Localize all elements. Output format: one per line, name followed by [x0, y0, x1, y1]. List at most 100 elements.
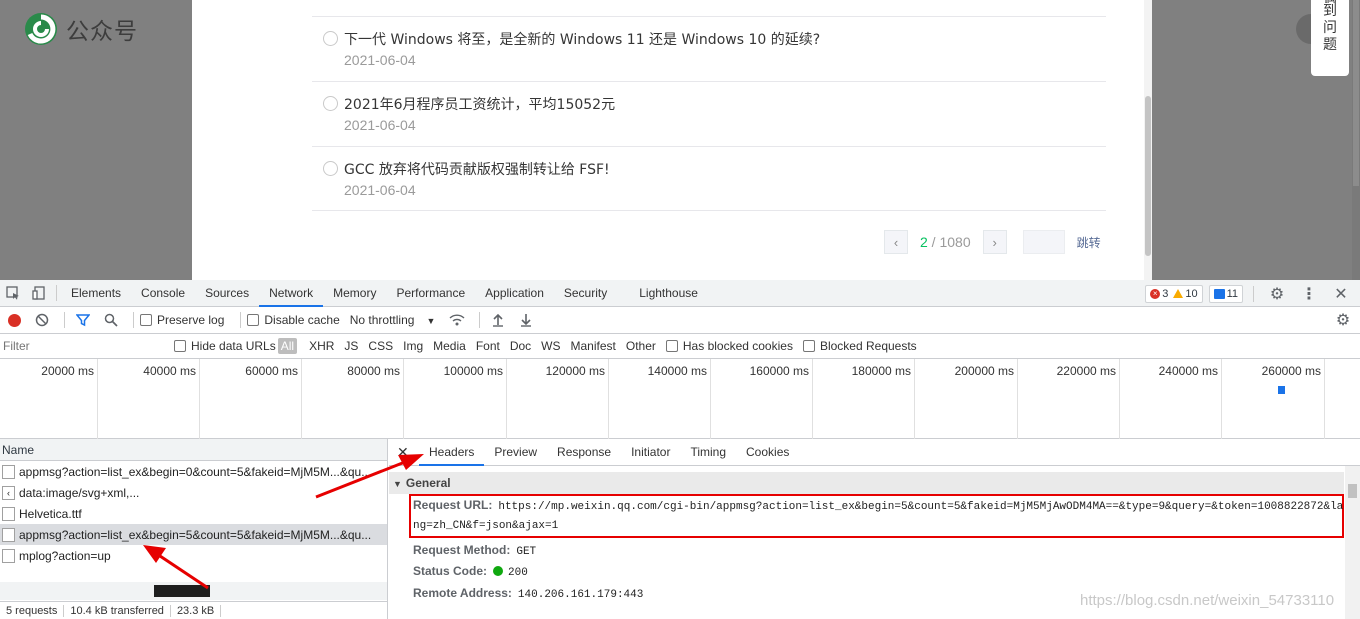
filter-css[interactable]: CSS	[368, 339, 393, 353]
network-conditions-icon[interactable]	[445, 308, 469, 332]
filter-img[interactable]: Img	[403, 339, 423, 353]
tab-security[interactable]: Security	[554, 280, 617, 307]
filter-ws[interactable]: WS	[541, 339, 560, 353]
checkbox[interactable]	[140, 314, 152, 326]
checkbox[interactable]	[665, 340, 678, 352]
close-icon[interactable]: ✕	[1328, 281, 1354, 307]
disable-cache-checkbox[interactable]: Disable cache	[247, 313, 340, 327]
list-item[interactable]: GCC 放弃将代码贡献版权强制转让给 FSF! 2021-06-04	[312, 146, 1106, 211]
timeline-column: 200000 ms	[915, 359, 1018, 439]
radio-button[interactable]	[323, 161, 338, 176]
help-tab[interactable]: 遇 到 问 题	[1311, 0, 1349, 76]
chevron-left-icon[interactable]: ‹	[884, 230, 908, 254]
filter-manifest[interactable]: Manifest	[571, 339, 616, 353]
tab-performance[interactable]: Performance	[386, 280, 475, 307]
tab-memory[interactable]: Memory	[323, 280, 386, 307]
error-count: 3	[1162, 287, 1169, 300]
vertical-scrollbar[interactable]	[1345, 466, 1360, 619]
inspect-element-icon[interactable]	[0, 280, 26, 306]
timeline-label: 40000 ms	[143, 364, 196, 378]
search-icon[interactable]	[99, 308, 123, 332]
clear-icon[interactable]	[30, 308, 54, 332]
hide-data-urls-checkbox[interactable]: Hide data URLs	[174, 339, 276, 353]
throttling-select[interactable]: No throttling ▼	[350, 313, 436, 327]
remote-address-row: Remote Address: 140.206.161.179:443	[389, 583, 643, 606]
horizontal-scrollbar[interactable]	[0, 582, 387, 600]
messages-counter[interactable]: 11	[1208, 284, 1243, 303]
page-scrollbar[interactable]	[1352, 0, 1360, 280]
request-row[interactable]: appmsg?action=list_ex&begin=0&count=5&fa…	[0, 461, 387, 482]
scrollbar-thumb[interactable]	[154, 585, 210, 597]
filter-js[interactable]: JS	[344, 339, 358, 353]
scrollbar-thumb[interactable]	[1353, 0, 1359, 186]
radio-button[interactable]	[323, 31, 338, 46]
total-pages: 1080	[939, 234, 971, 250]
checkbox[interactable]	[247, 314, 260, 326]
tab-timing[interactable]: Timing	[680, 439, 736, 466]
filter-media[interactable]: Media	[433, 339, 466, 353]
general-section-header[interactable]: ▼ General	[389, 472, 1344, 494]
list-item[interactable]: 下一代 Windows 将至，是全新的 Windows 11 还是 Window…	[312, 16, 1106, 81]
blocked-requests-checkbox[interactable]: Blocked Requests	[802, 339, 917, 353]
tab-elements[interactable]: Elements	[61, 280, 131, 307]
tab-sources[interactable]: Sources	[195, 280, 259, 307]
hide-data-urls-label: Hide data URLs	[191, 339, 276, 353]
gear-icon[interactable]: ⚙	[1264, 281, 1290, 307]
tab-console[interactable]: Console	[131, 280, 195, 307]
help-char: 问	[1323, 20, 1337, 36]
more-options-icon[interactable]: ⋮	[1296, 281, 1322, 307]
radio-button[interactable]	[323, 96, 338, 111]
network-settings-gear-icon[interactable]: ⚙	[1330, 307, 1356, 333]
logo-text: 公众号	[66, 19, 138, 45]
tab-lighthouse[interactable]: Lighthouse	[629, 280, 708, 307]
jump-link[interactable]: 跳转	[1077, 234, 1101, 251]
font-file-icon	[2, 506, 15, 521]
filter-all[interactable]: All	[277, 338, 298, 354]
record-icon[interactable]	[2, 308, 26, 332]
issues-counter[interactable]: × 3 10	[1145, 284, 1203, 303]
timeline-label: 240000 ms	[1158, 364, 1218, 378]
import-har-icon[interactable]	[486, 308, 510, 332]
request-row[interactable]: ‹ data:image/svg+xml,...	[0, 482, 387, 503]
scrollbar-thumb[interactable]	[1145, 96, 1151, 256]
request-row[interactable]: mplog?action=up	[0, 545, 387, 566]
close-icon[interactable]: ✕	[397, 444, 411, 461]
network-overview-timeline[interactable]: 20000 ms 40000 ms 60000 ms 80000 ms 1000…	[0, 359, 1360, 439]
has-blocked-cookies-checkbox[interactable]: Has blocked cookies	[665, 339, 793, 353]
filter-input[interactable]	[0, 337, 162, 355]
timeline-column: 240000 ms	[1120, 359, 1222, 439]
tab-application[interactable]: Application	[475, 280, 554, 307]
request-row-selected[interactable]: appmsg?action=list_ex&begin=5&count=5&fa…	[0, 524, 387, 545]
tab-initiator[interactable]: Initiator	[621, 439, 680, 466]
timeline-column: 120000 ms	[507, 359, 609, 439]
export-har-icon[interactable]	[514, 308, 538, 332]
request-url-key: Request URL:	[413, 498, 493, 512]
list-item[interactable]: 2021年6月程序员工资统计，平均15052元 2021-06-04	[312, 81, 1106, 146]
tab-response[interactable]: Response	[547, 439, 621, 466]
triangle-down-icon: ▼	[393, 479, 402, 489]
filter-icon[interactable]	[71, 308, 95, 332]
timeline-column: 20000 ms	[0, 359, 98, 439]
filter-doc[interactable]: Doc	[510, 339, 531, 353]
tab-cookies[interactable]: Cookies	[736, 439, 799, 466]
device-toolbar-icon[interactable]	[26, 280, 52, 306]
filter-other[interactable]: Other	[626, 339, 656, 353]
filter-font[interactable]: Font	[476, 339, 500, 353]
column-header-name[interactable]: Name	[0, 439, 387, 461]
scrollbar-thumb[interactable]	[1348, 484, 1357, 498]
current-page: 2	[920, 234, 928, 250]
checkbox[interactable]	[802, 340, 815, 352]
tab-headers[interactable]: Headers	[419, 439, 485, 466]
filter-xhr[interactable]: XHR	[309, 339, 334, 353]
timeline-request-bar	[1278, 386, 1285, 394]
tab-preview[interactable]: Preview	[484, 439, 547, 466]
preserve-log-checkbox[interactable]: Preserve log	[140, 313, 224, 327]
checkbox[interactable]	[174, 340, 186, 352]
page-number-input[interactable]	[1022, 230, 1065, 254]
request-row[interactable]: Helvetica.ttf	[0, 503, 387, 524]
timeline-label: 120000 ms	[545, 364, 605, 378]
chevron-right-icon[interactable]: ›	[982, 230, 1007, 254]
tab-network[interactable]: Network	[259, 280, 324, 307]
dialog-scrollbar[interactable]	[1144, 0, 1152, 280]
remote-address-key: Remote Address:	[413, 586, 512, 600]
